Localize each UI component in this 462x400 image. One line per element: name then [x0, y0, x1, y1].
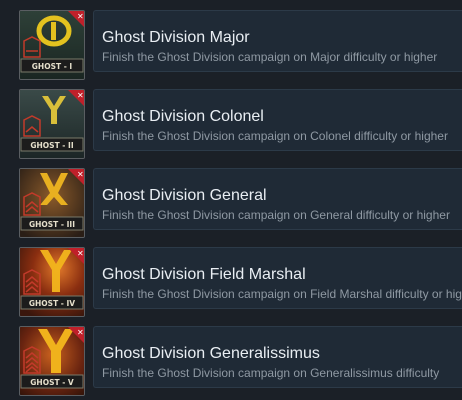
achievement-description: Finish the Ghost Division campaign on Fi…: [102, 287, 462, 301]
svg-text:✕: ✕: [77, 91, 84, 100]
achievement-row[interactable]: ✕ GHOST - II Ghost Division Colonel Fini…: [0, 89, 462, 159]
achievement-card[interactable]: Ghost Division Colonel Finish the Ghost …: [93, 89, 462, 151]
achievement-card[interactable]: Ghost Division Major Finish the Ghost Di…: [93, 10, 462, 72]
achievement-card[interactable]: Ghost Division General Finish the Ghost …: [93, 168, 462, 230]
badge-label: GHOST - III: [29, 220, 75, 229]
achievement-description: Finish the Ghost Division campaign on Ma…: [102, 50, 438, 64]
badge-label: GHOST - IV: [29, 299, 75, 308]
achievement-card[interactable]: Ghost Division Field Marshal Finish the …: [93, 247, 462, 309]
achievement-title: Ghost Division Generalissimus: [102, 345, 320, 362]
achievement-description: Finish the Ghost Division campaign on Ge…: [102, 366, 440, 380]
achievement-title: Ghost Division General: [102, 187, 267, 204]
badge-label: GHOST - II: [30, 141, 73, 150]
achievement-description: Finish the Ghost Division campaign on Co…: [102, 129, 448, 143]
generalissimus-rank-icon: ✕ GHOST - V: [19, 326, 85, 396]
svg-text:✕: ✕: [77, 249, 84, 258]
achievement-title: Ghost Division Colonel: [102, 108, 264, 125]
achievement-list: ✕ GHOST - I Ghost Division Major Finish …: [0, 0, 462, 400]
svg-text:✕: ✕: [77, 12, 84, 21]
major-rank-icon: ✕ GHOST - I: [19, 10, 85, 80]
colonel-rank-icon: ✕ GHOST - II: [19, 89, 85, 159]
general-rank-icon: ✕ GHOST - III: [19, 168, 85, 238]
svg-text:✕: ✕: [77, 328, 84, 337]
achievement-title: Ghost Division Field Marshal: [102, 266, 306, 283]
achievement-row[interactable]: ✕ GHOST - IV Ghost Division Field Marsha…: [0, 247, 462, 317]
badge-label: GHOST - I: [32, 62, 73, 71]
achievement-row[interactable]: ✕ GHOST - I Ghost Division Major Finish …: [0, 10, 462, 80]
achievement-row[interactable]: ✕ GHOST - III Ghost Division General Fin…: [0, 168, 462, 238]
field-marshal-rank-icon: ✕ GHOST - IV: [19, 247, 85, 317]
achievement-card[interactable]: Ghost Division Generalissimus Finish the…: [93, 326, 462, 388]
achievement-title: Ghost Division Major: [102, 29, 250, 46]
achievement-description: Finish the Ghost Division campaign on Ge…: [102, 208, 450, 222]
achievement-row[interactable]: ✕ GHOST - V Ghost Division Generalissimu…: [0, 326, 462, 396]
svg-text:✕: ✕: [77, 170, 84, 179]
badge-label: GHOST - V: [30, 378, 74, 387]
